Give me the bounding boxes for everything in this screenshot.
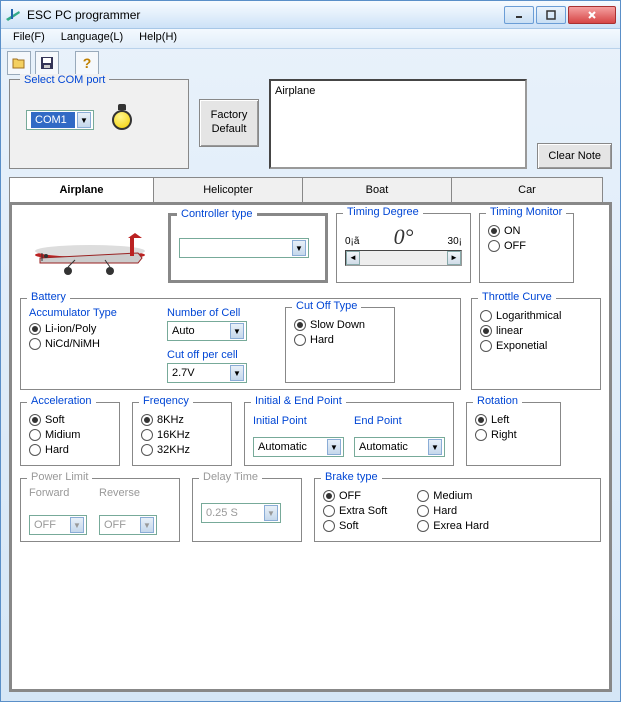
brake-extrasoft-radio[interactable]: Extra Soft (323, 505, 387, 517)
tab-boat[interactable]: Boat (302, 177, 452, 202)
frequency-group: Freqency 8KHz 16KHz 32KHz (132, 402, 232, 466)
minimize-button[interactable] (504, 6, 534, 24)
brake-off-radio[interactable]: OFF (323, 490, 387, 502)
toolbar: ? (1, 49, 620, 77)
tab-helicopter[interactable]: Helicopter (153, 177, 303, 202)
timing-monitor-group: Timing Monitor ON OFF (479, 213, 574, 283)
monitor-on-radio[interactable]: ON (488, 225, 565, 237)
app-icon (5, 7, 21, 23)
status-light-icon (112, 110, 132, 130)
accum-lipo-radio[interactable]: Li-ion/Poly (29, 323, 149, 335)
freq-16k-radio[interactable]: 16KHz (141, 429, 223, 441)
tab-strip: Airplane Helicopter Boat Car (9, 177, 612, 202)
factory-default-button[interactable]: Factory Default (199, 99, 259, 147)
tab-content: Controller type ▼ Timing Degree 0¡ã 0° 3… (9, 202, 612, 692)
brake-hard-radio[interactable]: Hard (417, 505, 489, 517)
controller-type-select[interactable]: ▼ (179, 238, 309, 258)
airplane-image (20, 213, 160, 288)
menu-language[interactable]: Language(L) (53, 29, 131, 48)
open-button[interactable] (7, 51, 31, 75)
cutoff-hard-radio[interactable]: Hard (294, 334, 386, 346)
cutoff-type-group: Cut Off Type Slow Down Hard (285, 307, 395, 383)
throttle-linear-radio[interactable]: linear (480, 325, 592, 337)
timing-value: 0° (394, 224, 414, 250)
arrow-right-icon[interactable]: ► (447, 251, 461, 265)
cutoff-per-cell-select[interactable]: 2.7V▼ (167, 363, 247, 383)
save-button[interactable] (35, 51, 59, 75)
controller-type-group: Controller type ▼ (168, 213, 328, 283)
delay-time-group: Delay Time 0.25 S▼ (192, 478, 302, 542)
battery-group: Battery Accumulator Type Li-ion/Poly NiC… (20, 298, 461, 390)
timing-slider[interactable]: ◄ ► (345, 250, 462, 266)
brake-soft-radio[interactable]: Soft (323, 520, 387, 532)
accel-hard-radio[interactable]: Hard (29, 444, 111, 456)
menu-help[interactable]: Help(H) (131, 29, 185, 48)
brake-extrahard-radio[interactable]: Exrea Hard (417, 520, 489, 532)
com-port-select[interactable]: COM1 ▼ (26, 110, 94, 130)
clear-note-button[interactable]: Clear Note (537, 143, 612, 169)
accel-medium-radio[interactable]: Midium (29, 429, 111, 441)
power-forward-select: OFF▼ (29, 515, 87, 535)
close-button[interactable] (568, 6, 616, 24)
titlebar: ESC PC programmer (1, 1, 620, 29)
arrow-left-icon[interactable]: ◄ (346, 251, 360, 265)
chevron-down-icon: ▼ (292, 240, 306, 256)
freq-32k-radio[interactable]: 32KHz (141, 444, 223, 456)
end-point-select[interactable]: Automatic▼ (354, 437, 445, 457)
window-title: ESC PC programmer (27, 8, 502, 22)
timing-degree-group: Timing Degree 0¡ã 0° 30¡ ◄ ► (336, 213, 471, 283)
acceleration-group: Acceleration Soft Midium Hard (20, 402, 120, 466)
note-textarea[interactable] (269, 79, 527, 169)
freq-8k-radio[interactable]: 8KHz (141, 414, 223, 426)
monitor-off-radio[interactable]: OFF (488, 240, 565, 252)
power-limit-group: Power Limit Forward OFF▼ Reverse OFF▼ (20, 478, 180, 542)
tab-airplane[interactable]: Airplane (9, 177, 154, 202)
rotation-left-radio[interactable]: Left (475, 414, 552, 426)
accum-nicd-radio[interactable]: NiCd/NiMH (29, 338, 149, 350)
initial-point-select[interactable]: Automatic▼ (253, 437, 344, 457)
initial-end-point-group: Initial & End Point Initial Point Automa… (244, 402, 454, 466)
cutoff-slow-radio[interactable]: Slow Down (294, 319, 386, 331)
com-port-group: Select COM port COM1 ▼ (9, 79, 189, 169)
app-window: ESC PC programmer File(F) Language(L) He… (0, 0, 621, 702)
menu-file[interactable]: File(F) (5, 29, 53, 48)
rotation-right-radio[interactable]: Right (475, 429, 552, 441)
help-button[interactable]: ? (75, 51, 99, 75)
maximize-button[interactable] (536, 6, 566, 24)
chevron-down-icon: ▼ (77, 112, 91, 128)
menubar: File(F) Language(L) Help(H) (1, 29, 620, 49)
power-reverse-select: OFF▼ (99, 515, 157, 535)
cell-count-select[interactable]: Auto▼ (167, 321, 247, 341)
throttle-log-radio[interactable]: Logarithmical (480, 310, 592, 322)
com-port-label: Select COM port (20, 74, 109, 86)
delay-time-select: 0.25 S▼ (201, 503, 281, 523)
brake-medium-radio[interactable]: Medium (417, 490, 489, 502)
throttle-exp-radio[interactable]: Exponetial (480, 340, 592, 352)
tab-car[interactable]: Car (451, 177, 603, 202)
rotation-group: Rotation Left Right (466, 402, 561, 466)
brake-type-group: Brake type OFF Extra Soft Soft Medium Ha… (314, 478, 601, 542)
throttle-curve-group: Throttle Curve Logarithmical linear Expo… (471, 298, 601, 390)
accel-soft-radio[interactable]: Soft (29, 414, 111, 426)
